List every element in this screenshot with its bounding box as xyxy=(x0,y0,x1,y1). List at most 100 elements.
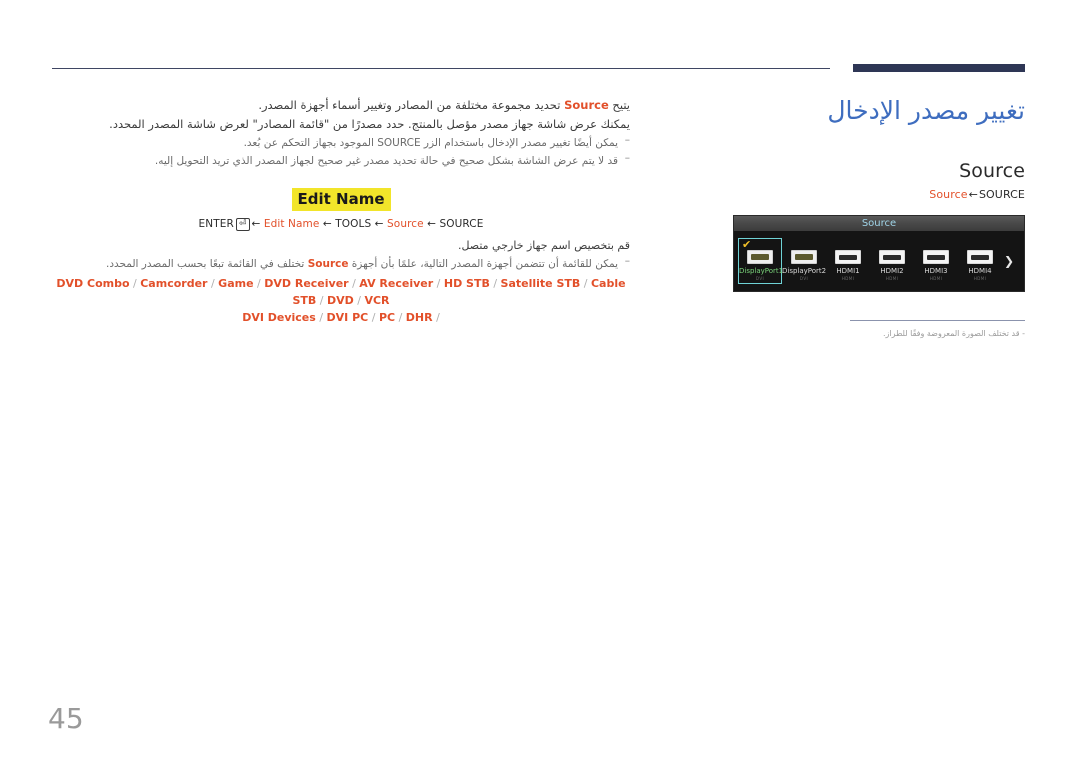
osd-title: Source xyxy=(861,218,897,229)
source-item-label: HDMI4 xyxy=(968,267,992,275)
bullet1-key: SOURCE xyxy=(377,137,421,149)
header-accent-bar xyxy=(853,64,1025,72)
bullet3-before: يمكن للقائمة أن تتضمن أجهزة المصدر التال… xyxy=(348,258,618,270)
breadcrumb-step-edit-name: Edit Name xyxy=(263,218,320,230)
intro-text-after: تحديد مجموعة مختلفة من المصادر وتغيير أس… xyxy=(258,98,565,112)
device-name: PC xyxy=(378,311,396,324)
next-page-chevron-icon[interactable]: ❯ xyxy=(1004,255,1014,267)
device-separator: / xyxy=(433,277,444,290)
device-name-list: DVD Combo / Camcorder / Game / DVD Recei… xyxy=(52,275,630,326)
breadcrumb-arrow-icon: ← xyxy=(968,188,978,201)
bullet-wrong-source: قد لا يتم عرض الشاشة بشكل صحيح في حالة ت… xyxy=(52,149,630,170)
device-separator: / xyxy=(315,311,327,324)
edit-name-section: Edit Name ENTER ⏎ ← Edit Name ← TOOLS ← So… xyxy=(52,188,630,231)
selected-check-icon: ✔ xyxy=(742,238,752,251)
breadcrumb-arrow-icon: ← xyxy=(427,218,437,230)
osd-model-note: - قد تختلف الصورة المعروضة وفقًا للطراز. xyxy=(882,329,1025,338)
device-separator: / xyxy=(432,311,440,324)
source-item-sublabel: HDMI xyxy=(841,276,855,281)
osd-source-list: ✔ DisplayPort1 DVI DisplayPort2 DVI HDMI… xyxy=(734,231,1024,291)
right-sidebar: Source Source←SOURCE Source ✔ DisplayPor… xyxy=(733,160,1025,339)
menu-heading: Source xyxy=(959,160,1025,182)
source-item-displayport2[interactable]: DisplayPort2 DVI xyxy=(782,238,826,282)
device-separator: / xyxy=(395,311,406,324)
source-item-hdmi1[interactable]: HDMI1 HDMI xyxy=(826,238,870,282)
note-divider xyxy=(850,320,1025,321)
device-separator: / xyxy=(253,277,265,290)
source-item-sublabel: DVI xyxy=(755,276,765,281)
page-number: 45 xyxy=(48,702,84,735)
source-item-sublabel: HDMI xyxy=(973,276,987,281)
breadcrumb-step-source: Source xyxy=(387,218,424,230)
source-item-hdmi3[interactable]: HDMI3 HDMI xyxy=(914,238,958,282)
device-name: DVD Combo xyxy=(56,277,130,290)
device-separator: / xyxy=(129,277,141,290)
device-name: Camcorder xyxy=(140,277,208,290)
breadcrumb-leaf: Source xyxy=(929,188,968,201)
breadcrumb-step-tools: TOOLS xyxy=(335,218,372,230)
source-item-sublabel: HDMI xyxy=(929,276,943,281)
source-item-displayport1[interactable]: ✔ DisplayPort1 DVI xyxy=(738,238,784,284)
source-item-hdmi4[interactable]: HDMI4 HDMI xyxy=(958,238,1002,282)
intro-paragraph: يتيح Source تحديد مجموعة مختلفة من المصا… xyxy=(52,96,630,115)
intro-text-before: يتيح xyxy=(608,98,630,112)
bullet3-after: تختلف في القائمة تبعًا بحسب المصدر المحد… xyxy=(105,258,308,270)
device-name: Satellite STB xyxy=(500,277,581,290)
source-item-hdmi2[interactable]: HDMI2 HDMI xyxy=(870,238,914,282)
bullet-remote-source: يمكن أيضًا تغيير مصدر الإدخال باستخدام ا… xyxy=(52,131,630,152)
osd-titlebar: Source xyxy=(734,216,1024,231)
breadcrumb-arrow-icon: ← xyxy=(251,218,261,230)
device-list-line-1: DVD Combo / Camcorder / Game / DVD Recei… xyxy=(52,275,630,309)
source-keyword: Source xyxy=(307,258,349,270)
menu-breadcrumb: Source←SOURCE xyxy=(733,188,1025,201)
device-separator: / xyxy=(316,294,327,307)
page-title: تغيير مصدر الإدخال xyxy=(827,96,1025,125)
device-name: DVD xyxy=(326,294,354,307)
enter-key-icon: ⏎ xyxy=(235,218,250,231)
breadcrumb-step-source-root: SOURCE xyxy=(439,218,484,230)
device-list-line-2: DVI Devices / DVI PC / PC / DHR / xyxy=(52,309,630,326)
paragraph-3: قم بتخصيص اسم جهاز خارجي متصل. xyxy=(457,239,630,252)
displayport-connector-icon xyxy=(791,250,817,264)
source-osd-panel: Source ✔ DisplayPort1 DVI DisplayPort2 D… xyxy=(733,215,1025,292)
device-separator: / xyxy=(368,311,379,324)
breadcrumb-root: SOURCE xyxy=(978,188,1025,201)
header-rule xyxy=(52,68,830,69)
bullet1-before: يمكن أيضًا تغيير مصدر الإدخال باستخدام ا… xyxy=(420,137,618,149)
displayport-connector-icon xyxy=(747,250,773,264)
device-name: DVD Receiver xyxy=(264,277,349,290)
device-name: AV Receiver xyxy=(359,277,434,290)
device-name: Game xyxy=(218,277,254,290)
device-name: HD STB xyxy=(443,277,490,290)
source-item-label: DisplayPort1 xyxy=(739,267,784,275)
hdmi-connector-icon xyxy=(879,250,905,264)
edit-name-heading: Edit Name xyxy=(291,188,391,211)
device-name: DVI PC xyxy=(326,311,369,324)
device-separator: / xyxy=(348,277,360,290)
device-separator: / xyxy=(580,277,591,290)
hdmi-connector-icon xyxy=(923,250,949,264)
source-item-sublabel: DVI xyxy=(799,276,809,281)
source-item-sublabel: HDMI xyxy=(885,276,899,281)
device-separator: / xyxy=(353,294,365,307)
hdmi-connector-icon xyxy=(967,250,993,264)
device-name: DHR xyxy=(405,311,433,324)
source-item-label: HDMI3 xyxy=(924,267,948,275)
breadcrumb-arrow-icon: ← xyxy=(374,218,384,230)
enter-label: ENTER xyxy=(198,218,234,230)
device-separator: / xyxy=(489,277,501,290)
device-separator: / xyxy=(207,277,219,290)
bullet-device-list: يمكن للقائمة أن تتضمن أجهزة المصدر التال… xyxy=(52,252,630,273)
bullet1-after: الموجود بجهاز التحكم عن بُعد. xyxy=(243,137,378,149)
source-item-label: HDMI2 xyxy=(880,267,904,275)
hdmi-connector-icon xyxy=(835,250,861,264)
device-name: VCR xyxy=(364,294,390,307)
edit-name-breadcrumb: ENTER ⏎ ← Edit Name ← TOOLS ← Source ← SOU… xyxy=(52,218,630,231)
main-content: يتيح Source تحديد مجموعة مختلفة من المصا… xyxy=(52,96,630,326)
device-name: DVI Devices xyxy=(242,311,316,324)
paragraph-2: يمكنك عرض شاشة جهاز مصدر مؤصل بالمنتج. ح… xyxy=(109,117,630,131)
source-keyword: Source xyxy=(564,98,609,112)
source-item-label: HDMI1 xyxy=(836,267,860,275)
breadcrumb-arrow-icon: ← xyxy=(322,218,332,230)
source-item-label: DisplayPort2 xyxy=(782,267,827,275)
